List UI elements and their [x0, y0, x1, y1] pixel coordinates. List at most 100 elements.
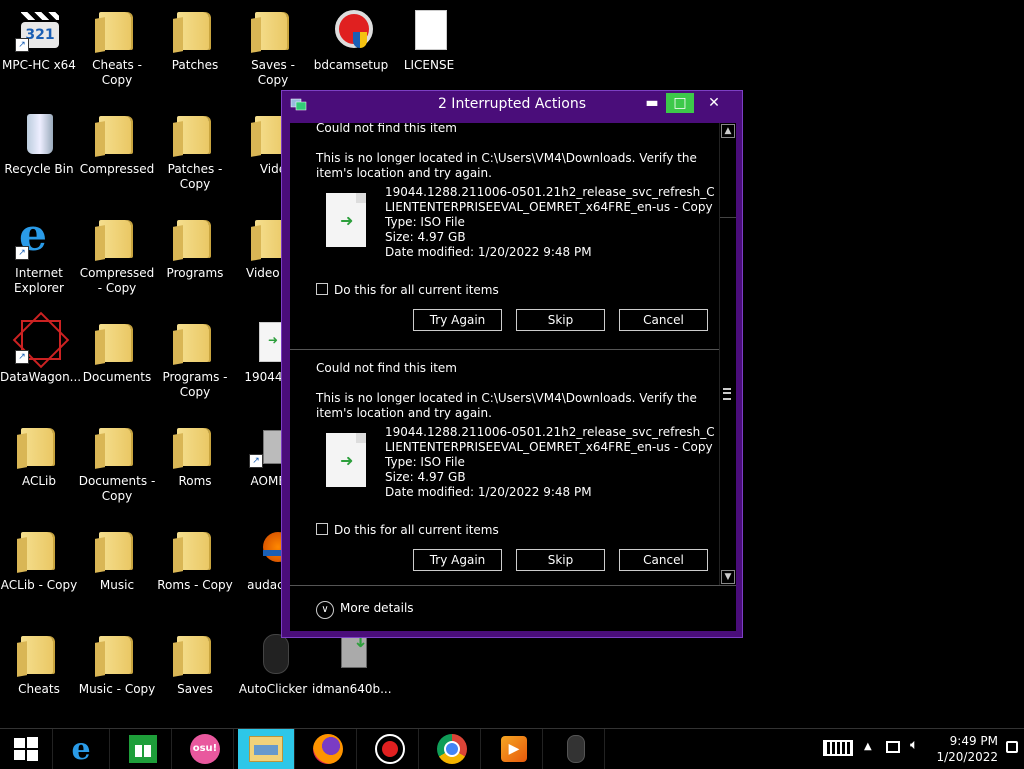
folder-icon: [171, 422, 219, 470]
touch-keyboard-button[interactable]: [818, 735, 858, 761]
folder-icon: [15, 526, 63, 574]
clock[interactable]: 9:49 PM 1/20/2022: [936, 733, 998, 765]
item-size: Size: 4.97 GB: [385, 230, 466, 244]
folder-icon: [171, 318, 219, 366]
desktop-icon-label: Documents: [82, 370, 152, 384]
firefox-icon: [313, 734, 343, 764]
network-icon[interactable]: [886, 741, 900, 753]
desktop-icon-documents-copy[interactable]: Documents - Copy: [78, 416, 156, 504]
minimize-button[interactable]: ▬: [638, 93, 666, 113]
taskbar-chrome[interactable]: [424, 729, 481, 769]
scroll-thumb-grip-icon[interactable]: [723, 388, 731, 400]
cancel-button[interactable]: Cancel: [619, 549, 708, 571]
action-center-icon[interactable]: [1006, 741, 1018, 753]
desktop-icon-roms-copy[interactable]: Roms - Copy: [156, 520, 234, 593]
folder-icon: [93, 214, 141, 262]
taskbar-media-player[interactable]: ▶: [486, 729, 543, 769]
item-message: This is no longer located in C:\Users\VM…: [316, 151, 697, 180]
desktop-icon-label: Saves - Copy: [251, 58, 295, 87]
desktop-icon-label: idman640b...: [312, 682, 392, 696]
desktop-icon-label: Patches: [171, 58, 219, 72]
taskbar-osu[interactable]: osu!: [177, 729, 234, 769]
checkbox-box[interactable]: [316, 283, 328, 295]
system-tray: ▲ 🔈︎ 9:49 PM 1/20/2022: [814, 729, 1024, 769]
keyboard-icon: [823, 740, 853, 756]
interrupted-item: Could not find this item This is no long…: [290, 361, 720, 597]
desktop-icon-cheats[interactable]: Cheats: [0, 624, 78, 697]
file-explorer-icon: [249, 736, 283, 762]
checkbox-box[interactable]: [316, 523, 328, 535]
apply-to-all-checkbox[interactable]: Do this for all current items: [316, 283, 499, 297]
desktop-icon-patches-copy[interactable]: Patches - Copy: [156, 104, 234, 192]
taskbar: e osu! ▶ ▲ 🔈︎ 9:49 PM 1/20/2022: [0, 728, 1024, 769]
item-message: This is no longer located in C:\Users\VM…: [316, 391, 697, 420]
more-details-toggle[interactable]: ∨ More details: [316, 601, 414, 619]
taskbar-store[interactable]: [115, 729, 172, 769]
taskbar-bandicam[interactable]: [362, 729, 419, 769]
desktop-icon-music[interactable]: Music: [78, 520, 156, 593]
desktop-icon-compressed-copy[interactable]: Compressed - Copy: [78, 208, 156, 296]
desktop-icon-aclib[interactable]: ACLib: [0, 416, 78, 489]
desktop-icon-recycle-bin[interactable]: Recycle Bin: [0, 104, 78, 177]
desktop-icon-aclib-copy[interactable]: ACLib - Copy: [0, 520, 78, 593]
desktop-icon-label: bdcamsetup: [313, 58, 389, 72]
desktop-icon-music-copy[interactable]: Music - Copy: [78, 624, 156, 697]
folder-icon: [171, 630, 219, 678]
record-icon: [375, 734, 405, 764]
item-heading: Could not find this item: [316, 361, 457, 375]
chevron-down-icon[interactable]: ∨: [316, 601, 334, 619]
item-type: Type: ISO File: [385, 215, 465, 229]
folder-icon: [15, 422, 63, 470]
skip-button[interactable]: Skip: [516, 549, 605, 571]
desktop-icon-compressed[interactable]: Compressed: [78, 104, 156, 177]
try-again-button[interactable]: Try Again: [413, 549, 502, 571]
desktop-icon-label: Roms: [178, 474, 212, 488]
close-button[interactable]: ✕: [694, 93, 734, 113]
iso-file-icon: ➜: [326, 193, 366, 247]
cancel-button[interactable]: Cancel: [619, 309, 708, 331]
folder-icon: [171, 526, 219, 574]
folder-icon: [93, 110, 141, 158]
desktop-icon-datawagon[interactable]: ↗ DataWagon...: [0, 311, 81, 385]
desktop-icon-label: Cheats - Copy: [92, 58, 142, 87]
desktop-icon-saves[interactable]: Saves: [156, 624, 234, 697]
desktop-icon-cheats-copy[interactable]: Cheats - Copy: [78, 0, 156, 88]
clock-time: 9:49 PM: [949, 734, 998, 748]
desktop-icon-license[interactable]: LICENSE: [390, 0, 468, 73]
desktop-icon-internet-explorer[interactable]: e ↗ Internet Explorer: [0, 208, 78, 296]
show-hidden-icons-button[interactable]: ▲: [864, 741, 872, 752]
desktop-icon-programs[interactable]: Programs: [156, 208, 234, 281]
item-modified: Date modified: 1/20/2022 9:48 PM: [385, 245, 592, 259]
desktop-icon-label: Internet Explorer: [14, 266, 64, 295]
skip-button[interactable]: Skip: [516, 309, 605, 331]
desktop-icon-bdcamsetup[interactable]: bdcamsetup: [312, 0, 390, 73]
apply-to-all-checkbox[interactable]: Do this for all current items: [316, 523, 499, 537]
bdcam-installer-icon: [327, 6, 375, 54]
scroll-up-arrow-icon[interactable]: ▲: [721, 124, 735, 138]
desktop-icon-mpc-hc[interactable]: 321 ↗ MPC-HC x64: [0, 0, 78, 73]
try-again-button[interactable]: Try Again: [413, 309, 502, 331]
desktop-icon-programs-copy[interactable]: Programs - Copy: [156, 312, 234, 400]
desktop-icon-documents[interactable]: Documents: [78, 312, 156, 385]
desktop-icon-patches[interactable]: Patches: [156, 0, 234, 73]
volume-icon[interactable]: 🔈︎: [910, 737, 918, 753]
start-button[interactable]: [0, 729, 53, 769]
taskbar-firefox[interactable]: [300, 729, 357, 769]
vertical-scrollbar[interactable]: ▲ ▼: [719, 123, 736, 585]
folder-icon: [171, 214, 219, 262]
osu-icon: osu!: [190, 734, 220, 764]
maximize-button[interactable]: □: [666, 93, 694, 113]
desktop-icon-label: ACLib: [21, 474, 56, 488]
taskbar-file-explorer[interactable]: [238, 729, 295, 769]
footer-divider: [290, 585, 736, 586]
desktop-icon-saves-copy[interactable]: Saves - Copy: [234, 0, 312, 88]
desktop-icon-roms[interactable]: Roms: [156, 416, 234, 489]
folder-icon: [15, 630, 63, 678]
taskbar-autoclicker[interactable]: [548, 729, 605, 769]
dialog-titlebar[interactable]: 2 Interrupted Actions ▬ □ ✕: [282, 91, 742, 119]
taskbar-internet-explorer[interactable]: e: [53, 729, 110, 769]
scroll-down-arrow-icon[interactable]: ▼: [721, 570, 735, 584]
item-details: 19044.1288.211006-0501.21h2_release_svc_…: [385, 425, 715, 500]
desktop-icon-label: Music: [99, 578, 135, 592]
item-filename: 19044.1288.211006-0501.21h2_release_svc_…: [385, 185, 715, 214]
